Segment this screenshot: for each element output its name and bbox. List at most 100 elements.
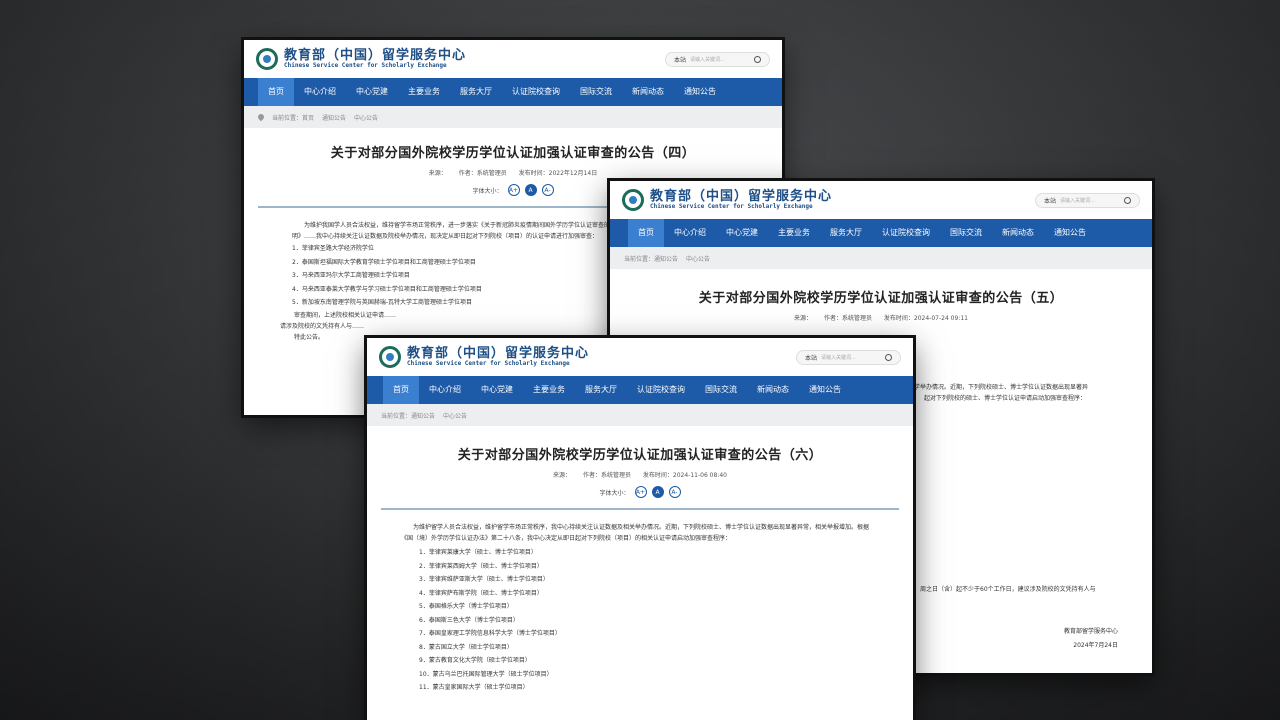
breadcrumb-notices[interactable]: 当前位置：通知公告 xyxy=(381,411,435,420)
search-input[interactable]: 请输入关键词... xyxy=(1060,197,1120,204)
brand-name-en: Chinese Service Center for Scholarly Exc… xyxy=(284,62,447,69)
nav-notices[interactable]: 通知公告 xyxy=(1044,219,1096,247)
nav-home[interactable]: 首页 xyxy=(628,219,664,247)
brand-name-cn: 教育部（中国）留学服务中心 xyxy=(284,48,467,63)
list-item: 9．蒙古教育文化大学院（硕士学位项目） xyxy=(419,657,531,664)
brand-name-cn: 教育部（中国）留学服务中心 xyxy=(650,189,833,204)
nav-international[interactable]: 国际交流 xyxy=(570,78,622,106)
meta-time: 发布时间：2024-07-24 09:11 xyxy=(883,315,968,322)
breadcrumb-center[interactable]: 中心公告 xyxy=(354,113,378,122)
search-input[interactable]: 请输入关键词... xyxy=(690,56,750,63)
nav-home[interactable]: 首页 xyxy=(258,78,294,106)
breadcrumb-center[interactable]: 中心公告 xyxy=(443,411,467,420)
breadcrumb: 当前位置：通知公告 中心公告 xyxy=(610,247,1152,269)
meta-source: 来源： xyxy=(553,472,572,479)
font-size-control: 字体大小： A+ A A- xyxy=(381,486,899,498)
page-title: 关于对部分国外院校学历学位认证加强认证审查的公告（五） xyxy=(698,291,1064,306)
cscse-logo-icon xyxy=(379,346,401,368)
nav-business[interactable]: 主要业务 xyxy=(398,78,450,106)
nav-school-query[interactable]: 认证院校查询 xyxy=(502,78,570,106)
main-nav: 首页 中心介绍 中心党建 主要业务 服务大厅 认证院校查询 国际交流 新闻动态 … xyxy=(367,376,913,404)
search-scope[interactable]: 本站 xyxy=(674,55,686,64)
site-logo[interactable]: 教育部（中国）留学服务中心 Chinese Service Center for… xyxy=(622,189,832,211)
announcement-window-6: 教育部（中国）留学服务中心 Chinese Service Center for… xyxy=(367,338,913,720)
breadcrumb-notices[interactable]: 通知公告 xyxy=(322,113,346,122)
article-meta: 来源： 作者：系统管理员 发布时间：2024-11-06 08:40 xyxy=(381,470,899,479)
font-decrease-button[interactable]: A- xyxy=(668,486,681,498)
search-scope[interactable]: 本站 xyxy=(1044,196,1056,205)
nav-party[interactable]: 中心党建 xyxy=(346,78,398,106)
nav-news[interactable]: 新闻动态 xyxy=(622,78,674,106)
nav-party[interactable]: 中心党建 xyxy=(471,376,523,404)
site-header: 教育部（中国）留学服务中心 Chinese Service Center for… xyxy=(244,40,782,78)
divider xyxy=(381,508,899,510)
nav-service-hall[interactable]: 服务大厅 xyxy=(450,78,502,106)
list-item: 3．菲律宾维萨亚斯大学（硕士、博士学位项目） xyxy=(419,576,549,583)
list-item: 6．泰国斯三色大学（博士学位项目） xyxy=(419,616,519,624)
main-nav: 首页 中心介绍 中心党建 主要业务 服务大厅 认证院校查询 国际交流 新闻动态 … xyxy=(610,219,1152,247)
meta-author: 作者：系统管理员 xyxy=(582,472,631,479)
nav-about[interactable]: 中心介绍 xyxy=(294,78,346,106)
list-item: 7．泰国皇家理工学院信息科学大学（博士学位项目） xyxy=(419,630,561,637)
breadcrumb: 当前位置：首页 通知公告 中心公告 xyxy=(244,106,782,128)
nav-about[interactable]: 中心介绍 xyxy=(419,376,471,404)
page-title: 关于对部分国外院校学历学位认证加强认证审查的公告（四） xyxy=(330,146,696,161)
brand-name-cn: 教育部（中国）留学服务中心 xyxy=(407,346,590,361)
breadcrumb: 当前位置：通知公告 中心公告 xyxy=(367,404,913,426)
cscse-logo-icon xyxy=(256,48,278,70)
nav-about[interactable]: 中心介绍 xyxy=(664,219,716,247)
nav-notices[interactable]: 通知公告 xyxy=(674,78,726,106)
font-increase-button[interactable]: A+ xyxy=(634,486,647,498)
page-title: 关于对部分国外院校学历学位认证加强认证审查的公告（六） xyxy=(457,448,823,463)
site-logo[interactable]: 教育部（中国）留学服务中心 Chinese Service Center for… xyxy=(379,346,589,368)
site-search[interactable]: 本站 请输入关键词... xyxy=(795,349,901,365)
site-header: 教育部（中国）留学服务中心 Chinese Service Center for… xyxy=(367,338,913,376)
nav-school-query[interactable]: 认证院校查询 xyxy=(872,219,940,247)
nav-international[interactable]: 国际交流 xyxy=(940,219,992,247)
meta-source: 来源： xyxy=(428,170,447,177)
list-item: 11．蒙古皇家国际大学（硕士学位项目） xyxy=(419,684,529,691)
meta-author: 作者：系统管理员 xyxy=(458,170,507,177)
font-increase-button[interactable]: A+ xyxy=(507,184,520,196)
meta-author: 作者：系统管理员 xyxy=(823,315,872,322)
main-nav: 首页 中心介绍 中心党建 主要业务 服务大厅 认证院校查询 国际交流 新闻动态 … xyxy=(244,78,782,106)
site-search[interactable]: 本站 请输入关键词... xyxy=(1034,192,1140,208)
article-meta: 来源： 作者：系统管理员 发布时间：2022年12月14日 xyxy=(258,168,768,177)
nav-international[interactable]: 国际交流 xyxy=(695,376,747,404)
brand-name-en: Chinese Service Center for Scholarly Exc… xyxy=(407,360,570,367)
nav-notices[interactable]: 通知公告 xyxy=(799,376,851,404)
search-icon[interactable] xyxy=(1124,196,1131,204)
breadcrumb-home[interactable]: 当前位置：首页 xyxy=(272,113,314,122)
meta-time: 发布时间：2022年12月14日 xyxy=(518,170,598,177)
search-icon[interactable] xyxy=(885,353,892,361)
list-item: 10．蒙古乌兰巴托国际管理大学（硕士学位项目） xyxy=(419,670,553,678)
location-pin-icon xyxy=(256,112,266,122)
site-logo[interactable]: 教育部（中国）留学服务中心 Chinese Service Center for… xyxy=(256,48,466,70)
nav-business[interactable]: 主要业务 xyxy=(768,219,820,247)
nav-service-hall[interactable]: 服务大厅 xyxy=(820,219,872,247)
school-list: 1．菲律宾莱康大学（硕士、博士学位项目） 2．菲律宾莱西姆大学（硕士、博士学位项… xyxy=(381,546,899,695)
search-input[interactable]: 请输入关键词... xyxy=(821,354,881,361)
nav-school-query[interactable]: 认证院校查询 xyxy=(627,376,695,404)
nav-news[interactable]: 新闻动态 xyxy=(992,219,1044,247)
search-icon[interactable] xyxy=(754,55,761,63)
font-size-label: 字体大小： xyxy=(599,489,630,497)
nav-news[interactable]: 新闻动态 xyxy=(747,376,799,404)
search-scope[interactable]: 本站 xyxy=(805,353,817,362)
nav-business[interactable]: 主要业务 xyxy=(523,376,575,404)
font-decrease-button[interactable]: A- xyxy=(541,184,554,196)
cscse-logo-icon xyxy=(622,189,644,211)
breadcrumb-center[interactable]: 中心公告 xyxy=(686,254,710,263)
site-search[interactable]: 本站 请输入关键词... xyxy=(664,51,770,67)
nav-service-hall[interactable]: 服务大厅 xyxy=(575,376,627,404)
list-item: 5．泰国格乐大学（博士学位项目） xyxy=(419,603,513,610)
breadcrumb-notices[interactable]: 当前位置：通知公告 xyxy=(624,254,678,263)
meta-source: 来源： xyxy=(794,315,813,322)
brand-name-en: Chinese Service Center for Scholarly Exc… xyxy=(650,203,813,210)
article-intro: 为维护留学人员合法权益，维护留学市场正常秩序，我中心持续关注认证数据及相关举办情… xyxy=(401,524,870,542)
site-header: 教育部（中国）留学服务中心 Chinese Service Center for… xyxy=(610,181,1152,219)
font-default-button[interactable]: A xyxy=(651,486,664,498)
nav-party[interactable]: 中心党建 xyxy=(716,219,768,247)
font-default-button[interactable]: A xyxy=(524,184,537,196)
nav-home[interactable]: 首页 xyxy=(383,376,419,404)
